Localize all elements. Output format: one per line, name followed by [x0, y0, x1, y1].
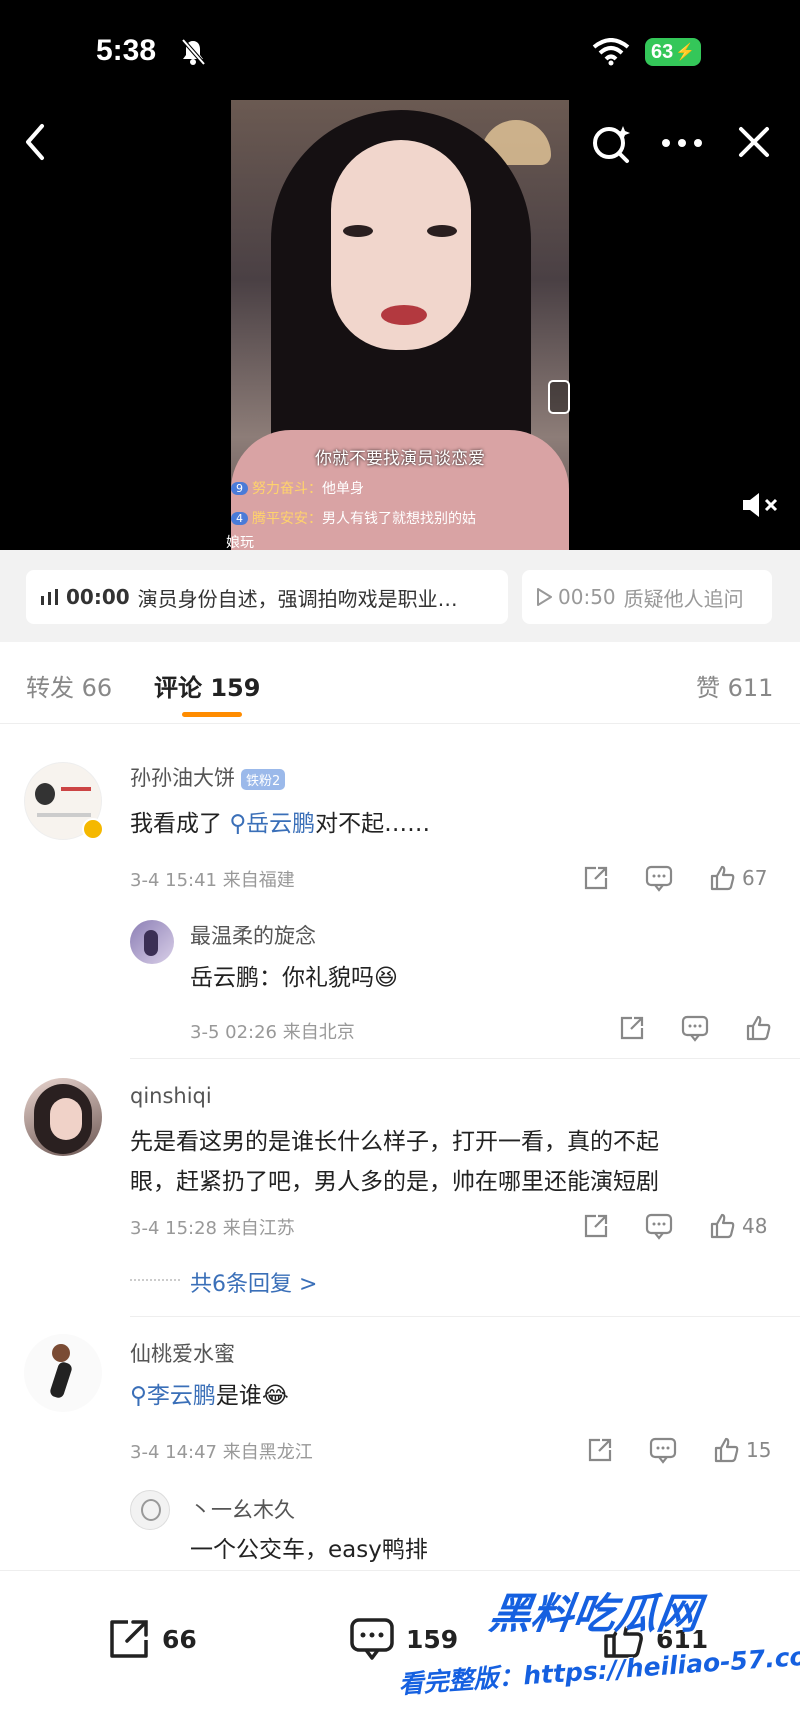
- tab-repost[interactable]: 转发 66: [26, 668, 112, 703]
- wifi-icon: [592, 38, 630, 66]
- reply-leader: [130, 1279, 180, 1281]
- repost-button[interactable]: 66: [106, 1616, 197, 1662]
- audio-bars-icon: [41, 589, 58, 605]
- mute-icon[interactable]: [740, 490, 782, 520]
- battery-indicator: 63 ⚡: [645, 38, 701, 66]
- chapter-time: 00:50: [558, 585, 616, 609]
- chapter-title: 质疑他人追问: [623, 586, 744, 611]
- comment-icon[interactable]: [648, 1436, 678, 1464]
- battery-level: 63: [651, 40, 674, 63]
- reply-time-location: 3-5 02:26 来自北京: [190, 1022, 355, 1043]
- divider: [130, 1058, 800, 1059]
- share-icon[interactable]: [618, 1014, 646, 1042]
- back-chevron-icon[interactable]: [20, 122, 50, 162]
- share-icon[interactable]: [582, 1212, 610, 1240]
- lips-shape: [381, 305, 427, 325]
- like-count: 15: [746, 1438, 772, 1462]
- status-time: 5:38: [96, 34, 157, 67]
- comment-username[interactable]: 仙桃爱水蜜: [130, 1338, 235, 1368]
- tab-like[interactable]: 赞 611: [696, 668, 773, 703]
- thumbs-up-icon: [710, 865, 735, 891]
- avatar[interactable]: [24, 1078, 102, 1156]
- charging-bolt-icon: ⚡: [675, 44, 696, 61]
- danmu-item: 9 努力奋斗： 他单身: [231, 478, 364, 498]
- comment-text: 我看成了 ⚲岳云鹏对不起……: [130, 811, 431, 837]
- avatar[interactable]: [130, 920, 174, 964]
- comment-count: 159: [406, 1624, 459, 1654]
- comment-text: 眼，赶紧扔了吧，男人多的是，帅在哪里还能演短剧: [130, 1169, 659, 1195]
- watermark-title: 黑料吃瓜网: [486, 1589, 704, 1638]
- comment-tabs: 转发 66 评论 159 赞 611: [0, 642, 800, 724]
- video-player[interactable]: 5:38 63 ⚡ 你就不要找演员谈恋爱 9 努力奋斗： 他单身 4 腾平安安： …: [0, 0, 800, 551]
- chapter-time: 00:00: [66, 585, 130, 609]
- comment-icon[interactable]: [644, 864, 674, 892]
- comment-time-location: 3-4 15:41 来自福建: [130, 870, 295, 891]
- reply-text: 一个公交车，easy鸭排: [190, 1537, 428, 1563]
- rotate-phone-icon[interactable]: [548, 380, 570, 414]
- reply-username[interactable]: 最温柔的旋念: [190, 920, 316, 950]
- avatar[interactable]: [130, 1490, 170, 1530]
- left-eye-shape: [343, 225, 373, 237]
- comment-username[interactable]: 孙孙油大饼 铁粉2: [130, 762, 286, 792]
- comment-time-location: 3-4 14:47 来自黑龙江: [130, 1442, 313, 1463]
- comment-icon: [350, 1618, 394, 1660]
- like-button[interactable]: 48: [708, 1212, 767, 1240]
- share-icon[interactable]: [582, 864, 610, 892]
- comment-time-location: 3-4 15:28 来自江苏: [130, 1218, 295, 1239]
- thumbs-up-icon: [714, 1437, 739, 1463]
- danmu-item: 娘玩: [226, 535, 254, 551]
- active-tab-indicator: [182, 712, 242, 717]
- more-replies-link[interactable]: 共6条回复 >: [190, 1266, 317, 1298]
- bell-off-icon: [181, 38, 206, 66]
- search-icon: ⚲: [229, 811, 247, 837]
- play-icon: [537, 588, 552, 606]
- thumbs-up-icon: [710, 1213, 735, 1239]
- fan-badge: 铁粉2: [241, 768, 286, 790]
- comment-text: ⚲李云鹏是谁😂: [130, 1383, 289, 1409]
- share-icon: [110, 1620, 148, 1658]
- like-count: 67: [742, 866, 768, 890]
- search-link[interactable]: ⚲岳云鹏: [229, 811, 315, 837]
- thumbs-up-icon[interactable]: [744, 1014, 772, 1042]
- comment-button[interactable]: 159: [348, 1616, 458, 1662]
- chapter-item[interactable]: 00:50 质疑他人追问: [522, 570, 772, 624]
- video-subtitle: 你就不要找演员谈恋爱: [315, 449, 485, 469]
- more-options-icon[interactable]: [660, 136, 704, 150]
- reply-text: 岳云鹏：你礼貌吗😆: [190, 965, 398, 991]
- chapter-item[interactable]: 00:00 演员身份自述，强调拍吻戏是职业…: [26, 570, 508, 624]
- comment-icon[interactable]: [680, 1014, 710, 1042]
- repost-count: 66: [162, 1624, 197, 1654]
- search-icon: ⚲: [130, 1383, 147, 1409]
- close-icon[interactable]: [736, 124, 772, 160]
- avatar[interactable]: [24, 1334, 102, 1412]
- divider: [130, 1316, 800, 1317]
- like-count: 48: [742, 1214, 768, 1238]
- search-link[interactable]: ⚲李云鹏: [130, 1383, 216, 1409]
- like-button[interactable]: 15: [712, 1436, 771, 1464]
- verified-badge-icon: [82, 818, 104, 840]
- like-button[interactable]: 67: [708, 864, 767, 892]
- reply-username[interactable]: 丶一幺木久: [190, 1494, 295, 1524]
- chapter-title: 演员身份自述，强调拍吻戏是职业…: [137, 586, 458, 611]
- search-sparkle-icon[interactable]: [590, 122, 634, 166]
- danmu-item: 4 腾平安安： 男人有钱了就想找别的姑: [231, 508, 476, 528]
- comment-text: 先是看这男的是谁长什么样子，打开一看，真的不起: [130, 1129, 659, 1155]
- right-eye-shape: [427, 225, 457, 237]
- comment-icon[interactable]: [644, 1212, 674, 1240]
- tab-comment[interactable]: 评论 159: [154, 668, 260, 703]
- comment-username[interactable]: qinshiqi: [130, 1084, 212, 1108]
- share-icon[interactable]: [586, 1436, 614, 1464]
